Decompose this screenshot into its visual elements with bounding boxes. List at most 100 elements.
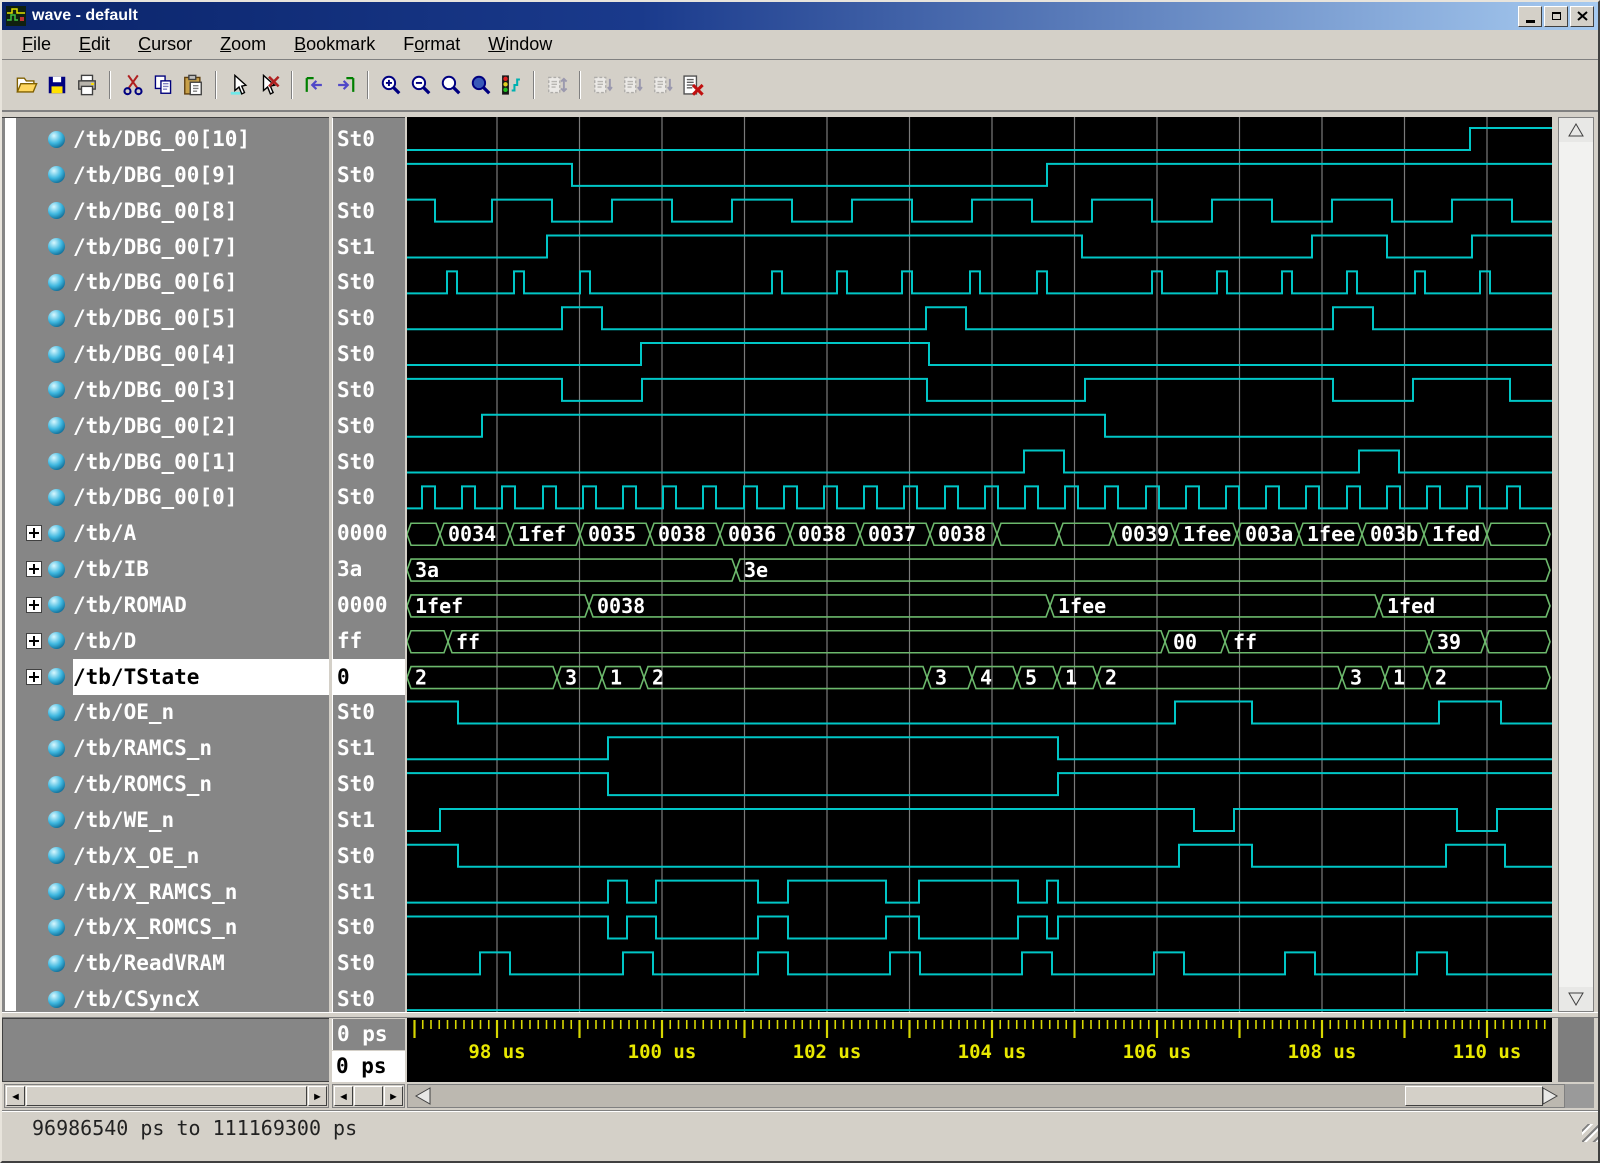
open-button[interactable] [12, 71, 42, 99]
names-scroll-right-button[interactable]: ► [308, 1086, 327, 1106]
app-icon [6, 6, 26, 26]
wave-vscrollbar[interactable] [1558, 117, 1594, 1012]
names-hscrollbar-thumb[interactable] [26, 1086, 307, 1106]
signal-row[interactable]: /tb/X_ROMCS_n [2, 909, 329, 945]
signal-row[interactable]: /tb/DBG_00[0] [2, 479, 329, 515]
wave-hscrollbar[interactable] [407, 1084, 1565, 1108]
signal-row[interactable]: /tb/DBG_00[3] [2, 372, 329, 408]
wave-scroll-right-icon[interactable] [1540, 1086, 1562, 1106]
values-scroll-right-button[interactable]: ► [384, 1086, 403, 1106]
signal-name: /tb/DBG_00[2] [73, 414, 237, 438]
signal-row[interactable]: /tb/DBG_00[2] [2, 408, 329, 444]
goto-time-prev-button[interactable] [618, 71, 648, 99]
zoom-full-button[interactable] [466, 71, 496, 99]
find-previous-transition-button[interactable] [300, 71, 330, 99]
signal-rows: /tb/DBG_00[10] St0/tb/DBG_00[9] St0/tb/DBG… [2, 112, 1600, 1012]
signal-row[interactable]: /tb/DBG_00[7] [2, 229, 329, 265]
expand-plus-icon[interactable] [26, 561, 42, 577]
goto-time-first-button[interactable] [588, 71, 618, 99]
signal-row[interactable]: /tb/ROMAD [2, 587, 329, 623]
signal-icon [48, 274, 65, 291]
signal-row[interactable]: /tb/ROMCS_n [2, 766, 329, 802]
signal-name: /tb/ROMCS_n [73, 772, 212, 796]
cursor1-time: 0 ps [332, 1019, 405, 1050]
wave-scroll-home-icon[interactable] [411, 1086, 433, 1106]
signal-icon [48, 131, 65, 148]
goto-time-next-button[interactable] [648, 71, 678, 99]
signal-icon [48, 991, 65, 1008]
signal-value: St1 [332, 730, 405, 766]
expand-plus-icon[interactable] [26, 525, 42, 541]
scroll-down-button[interactable] [1559, 987, 1593, 1011]
timeline-ruler[interactable]: 98 us100 us102 us104 us106 us108 us110 u… [407, 1018, 1552, 1082]
signal-row[interactable]: /tb/IB [2, 551, 329, 587]
expand-plus-icon[interactable] [26, 633, 42, 649]
delete-cursor-button[interactable] [254, 71, 284, 99]
resize-grip[interactable] [1582, 1124, 1600, 1142]
menu-item-bookmark[interactable]: Bookmark [282, 32, 387, 57]
names-scroll-left-button[interactable]: ◄ [6, 1086, 25, 1106]
signal-row[interactable]: /tb/A [2, 515, 329, 551]
signal-row[interactable]: /tb/DBG_00[4] [2, 336, 329, 372]
signal-name: /tb/ReadVRAM [73, 951, 225, 975]
menu-item-zoom[interactable]: Zoom [208, 32, 278, 57]
signal-row[interactable]: /tb/TState [2, 659, 329, 695]
expand-time-button[interactable] [542, 71, 572, 99]
signal-row[interactable]: /tb/D [2, 623, 329, 659]
zoom-out-button[interactable] [406, 71, 436, 99]
signal-icon [48, 811, 65, 828]
svg-text:106 us: 106 us [1123, 1041, 1192, 1063]
signal-icon [48, 632, 65, 649]
signal-row[interactable]: /tb/DBG_00[6] [2, 264, 329, 300]
zoom-in-button[interactable] [376, 71, 406, 99]
expand-plus-icon[interactable] [26, 597, 42, 613]
signal-row[interactable]: /tb/WE_n [2, 802, 329, 838]
add-cursor-button[interactable] [224, 71, 254, 99]
signal-value: St0 [332, 945, 405, 981]
signal-value: ff [332, 623, 405, 659]
menu-item-edit[interactable]: Edit [67, 32, 122, 57]
print-button[interactable] [72, 71, 102, 99]
values-scroll-left-button[interactable]: ◄ [334, 1086, 353, 1106]
values-hscrollbar-thumb[interactable] [354, 1086, 383, 1106]
zoom-area-button[interactable] [436, 71, 466, 99]
save-button[interactable] [42, 71, 72, 99]
wave-hscrollbar-thumb[interactable] [1405, 1086, 1543, 1106]
scroll-up-button[interactable] [1559, 118, 1593, 142]
main-area: 00341fef00350038003600380037003800391fee… [2, 112, 1600, 1163]
find-next-transition-button[interactable] [330, 71, 360, 99]
signal-row[interactable]: /tb/DBG_00[1] [2, 444, 329, 480]
menu-item-format[interactable]: Format [391, 32, 472, 57]
signal-row[interactable]: /tb/ReadVRAM [2, 945, 329, 981]
signal-row[interactable]: /tb/DBG_00[5] [2, 300, 329, 336]
expand-plus-icon[interactable] [26, 669, 42, 685]
names-hscrollbar[interactable]: ◄ ► [4, 1084, 329, 1108]
signal-name: /tb/IB [73, 557, 149, 581]
signal-value: St0 [332, 408, 405, 444]
zoom-mode-button[interactable] [496, 71, 526, 99]
close-button[interactable] [1570, 6, 1594, 27]
paste-button[interactable] [178, 71, 208, 99]
cancel-expand-button[interactable] [678, 71, 708, 99]
copy-button[interactable] [148, 71, 178, 99]
svg-text:102 us: 102 us [793, 1041, 862, 1063]
menu-item-window[interactable]: Window [476, 32, 564, 57]
signal-value: St0 [332, 300, 405, 336]
signal-row[interactable]: /tb/DBG_00[9] [2, 157, 329, 193]
signal-row[interactable]: /tb/X_OE_n [2, 838, 329, 874]
restore-button[interactable] [1544, 6, 1568, 27]
signal-value: St1 [332, 802, 405, 838]
signal-row[interactable]: /tb/RAMCS_n [2, 730, 329, 766]
menu-item-file[interactable]: File [10, 32, 63, 57]
title-bar[interactable]: wave - default [2, 2, 1598, 30]
cut-button[interactable] [118, 71, 148, 99]
minimize-button[interactable] [1518, 6, 1542, 27]
signal-name: /tb/WE_n [73, 808, 174, 832]
signal-row[interactable]: /tb/DBG_00[8] [2, 193, 329, 229]
signal-row[interactable]: /tb/X_RAMCS_n [2, 874, 329, 910]
values-hscrollbar[interactable]: ◄ ► [332, 1084, 405, 1108]
signal-icon [48, 346, 65, 363]
signal-row[interactable]: /tb/OE_n [2, 694, 329, 730]
menu-item-cursor[interactable]: Cursor [126, 32, 204, 57]
signal-row[interactable]: /tb/DBG_00[10] [2, 121, 329, 157]
